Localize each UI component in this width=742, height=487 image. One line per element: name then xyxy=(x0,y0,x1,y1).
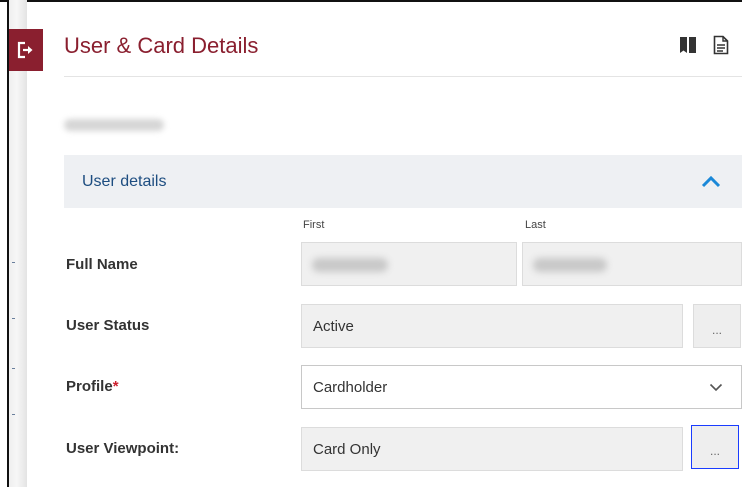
redacted-first-name xyxy=(312,258,388,272)
title-divider xyxy=(64,76,742,77)
user-status-more-button[interactable]: ... xyxy=(693,304,741,348)
chevron-up-icon[interactable] xyxy=(700,172,722,190)
section-title: User details xyxy=(82,173,167,190)
document-icon xyxy=(713,35,729,55)
column-header-last: Last xyxy=(525,219,546,231)
last-name-field[interactable] xyxy=(522,242,742,286)
user-viewpoint-value: Card Only xyxy=(313,440,381,458)
exit-icon xyxy=(17,41,33,59)
profile-label: Profile* xyxy=(66,378,119,396)
full-name-label: Full Name xyxy=(66,256,138,273)
user-details-section-header[interactable]: User details xyxy=(64,155,742,208)
user-status-label: User Status xyxy=(66,317,150,334)
chevron-down-icon xyxy=(709,383,723,392)
rail-tick xyxy=(12,262,15,263)
profile-label-text: Profile xyxy=(66,378,113,395)
user-viewpoint-field[interactable]: Card Only xyxy=(301,427,683,471)
required-marker: * xyxy=(112,378,119,395)
book-icon xyxy=(680,37,696,53)
user-status-field[interactable]: Active xyxy=(301,304,683,348)
redacted-user-name xyxy=(64,119,164,131)
rail-tick xyxy=(12,414,15,415)
user-status-value: Active xyxy=(313,317,354,335)
top-border xyxy=(0,0,742,2)
first-name-field[interactable] xyxy=(301,242,517,286)
profile-value: Cardholder xyxy=(313,378,388,396)
side-rail xyxy=(9,0,27,487)
document-button[interactable] xyxy=(710,33,732,57)
user-viewpoint-more-button[interactable]: ... xyxy=(691,425,739,469)
rail-tick xyxy=(12,368,15,369)
exit-button[interactable] xyxy=(9,29,43,71)
column-header-first: First xyxy=(303,219,325,231)
redacted-last-name xyxy=(533,258,607,272)
page-title: User & Card Details xyxy=(64,33,259,58)
profile-select[interactable]: Cardholder xyxy=(301,365,742,409)
rail-tick xyxy=(12,318,15,319)
user-viewpoint-label: User Viewpoint: xyxy=(66,440,180,457)
book-button[interactable] xyxy=(677,33,699,57)
